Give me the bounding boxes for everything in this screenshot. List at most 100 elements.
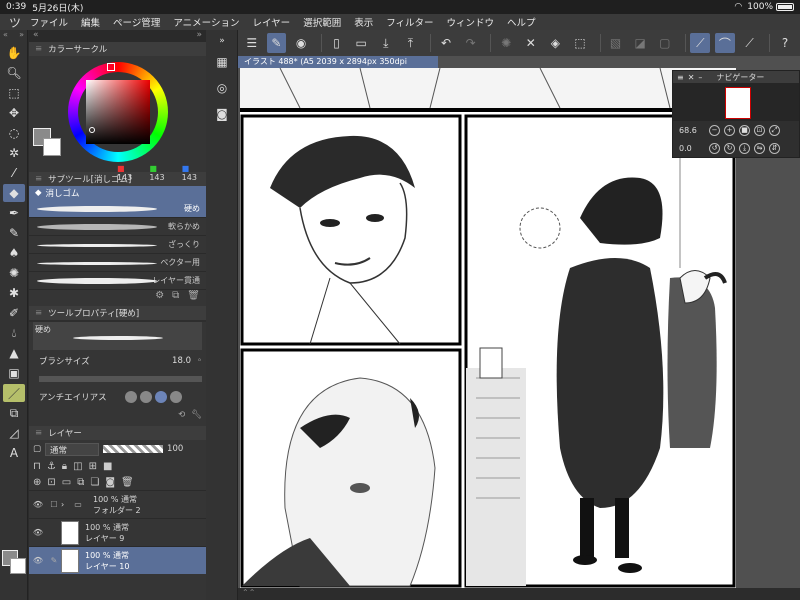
color-circle-header[interactable]: ≡ カラーサークル [29,42,206,56]
flip-horizontal-icon[interactable]: ⇋ [754,142,765,154]
brush-item-through-layer[interactable]: レイヤー貫通 [29,272,206,290]
lasso-tool-icon[interactable]: ◌ [3,124,25,142]
pencil-tool-icon[interactable]: ✎ [3,224,25,242]
brush-item-hard[interactable]: 硬め [29,200,206,218]
menu-view[interactable]: 表示 [354,15,373,29]
antialias-options[interactable] [125,391,182,403]
hide-selection-icon[interactable]: ▧ [606,33,626,53]
brush-size-value[interactable]: 18.0 [172,356,191,366]
new-folder-icon[interactable]: ▭ [62,477,71,488]
brush-tool-icon[interactable]: ♠ [3,244,25,262]
opacity-value[interactable]: 100 [167,444,183,454]
eraser-tool-icon[interactable]: ◆ [3,184,25,202]
blend-mode-select[interactable]: 通常 [45,442,100,456]
color-icon[interactable]: ■ [103,461,112,472]
menu-animation[interactable]: アニメーション [173,15,239,29]
fit-icon[interactable]: ⊡ [754,124,765,136]
expand-up-icon[interactable]: ⌃⌃ [242,588,255,597]
aa-weak-option[interactable] [140,391,152,403]
duplicate-icon[interactable]: ⧉ [172,290,179,304]
canvas-tab[interactable]: イラスト 488* (A5 2039 x 2894px 350dpi 68.6%… [238,56,438,78]
rotate-right-icon[interactable]: ↻ [724,142,735,154]
menu-edit[interactable]: 編集 [81,15,100,29]
collapse-icon[interactable]: « [3,30,8,42]
aa-strong-option[interactable] [170,391,182,403]
lock-icon[interactable]: 🔒︎ [62,461,67,472]
transform-icon[interactable]: ⬚ [570,33,590,53]
layer-row-9[interactable]: 👁︎ 100 % 通常 レイヤー 9 [29,518,206,546]
visibility-eye-icon[interactable]: 👁︎ [29,556,47,565]
camera-icon[interactable]: ◙ [211,104,233,124]
sub-color-swatch[interactable] [10,558,26,574]
brush-size-slider[interactable] [39,376,202,382]
hue-pointer[interactable] [107,63,115,71]
menu-file[interactable]: ファイル [30,15,68,29]
zoom-tool-icon[interactable]: 🔍︎ [3,64,25,82]
visibility-eye-icon[interactable]: 👁︎ [29,528,47,537]
layer-row-folder[interactable]: 👁︎ ☐ › ▭ 100 % 通常 フォルダー 2 [29,490,206,518]
zoom-in-icon[interactable]: + [724,124,735,136]
toolprop-header[interactable]: ≡ ツールプロパティ[硬め] [29,306,206,320]
expand-panel-icon[interactable]: » [196,30,202,42]
menu-selection[interactable]: 選択範囲 [303,15,341,29]
mask-icon[interactable]: ◫ [73,461,82,472]
close-icon[interactable]: ✕ [688,73,695,82]
aa-none-option[interactable] [125,391,137,403]
navigator-preview[interactable] [673,83,799,121]
trash-icon[interactable]: 🗑︎ [187,290,200,304]
snap-ruler-icon[interactable]: ⟋ [690,33,711,53]
settings-icon[interactable]: ⚙ [155,290,164,304]
actual-size-icon[interactable]: ■ [739,124,750,136]
edit-mode-icon[interactable]: ✎ [266,33,287,53]
brush-item-rough[interactable]: ざっくり [29,236,206,254]
layer-lock-icon[interactable]: ▢ [33,444,41,454]
redo-icon[interactable]: ↷ [461,33,481,53]
menu-hamburger-icon[interactable]: ☰ [242,33,262,53]
aa-medium-option[interactable] [155,391,167,403]
zoom-out-icon[interactable]: − [709,124,720,136]
frame-tool-icon[interactable]: ⧉ [3,404,25,422]
saturation-value-square[interactable] [86,80,150,144]
circle-sub-swatch[interactable] [43,138,61,156]
save-icon[interactable]: ⤓ [376,33,396,53]
new-vector-icon[interactable]: ⊡ [47,477,55,488]
decoration-tool-icon[interactable]: ✱ [3,284,25,302]
move-tool-icon[interactable]: ✥ [3,104,25,122]
folder-expand-icon[interactable]: › [61,500,69,509]
menu-layer[interactable]: レイヤー [252,15,290,29]
export-icon[interactable]: ⤒ [401,33,421,53]
manga-page[interactable] [240,68,736,588]
layer-trash-icon[interactable]: 🗑︎ [121,477,134,488]
menu-filter[interactable]: フィルター [386,15,433,29]
brush-size-stepper-icon[interactable]: ◦ [197,356,202,366]
help-icon[interactable]: ? [775,33,795,53]
open-folder-icon[interactable]: ▭ [351,33,371,53]
crop-icon[interactable]: ◪ [630,33,650,53]
clear-icon[interactable]: ✕ [521,33,541,53]
expand-icon[interactable]: » [211,36,233,46]
blend-tool-icon[interactable]: ✐ [3,304,25,322]
material-icon[interactable]: ▦ [211,52,233,72]
shortcut-icon[interactable]: ◉ [291,33,311,53]
navigator-toggle-icon[interactable]: ◎ [211,78,233,98]
edit-target-check[interactable]: ☐ [47,500,61,509]
ruler-link-icon[interactable]: ⊞ [89,461,97,472]
fill-icon[interactable]: ◈ [546,33,566,53]
cake-tool-icon[interactable]: ▲ [3,344,25,362]
snap-special-icon[interactable]: ⌒ [715,33,735,53]
eyedropper-icon[interactable]: ⁄ [3,164,25,182]
app-logo-icon[interactable]: ツ [0,14,30,31]
brush-item-vector[interactable]: ベクター用 [29,254,206,272]
operation-tool-icon[interactable]: ⬚ [3,84,25,102]
zoom-value[interactable]: 68.6 [679,126,705,135]
rotation-value[interactable]: 0.0 [679,144,705,153]
flip-vertical-icon[interactable]: ⇵ [769,142,780,154]
menu-page[interactable]: ページ管理 [113,15,160,29]
minimize-icon[interactable]: – [698,73,702,82]
menu-window[interactable]: ウィンドウ [447,15,495,29]
text-tool-icon[interactable]: A [3,444,25,462]
color-swatches[interactable] [2,550,26,582]
fill-tool-icon[interactable]: 💧︎ [3,324,25,342]
copy-icon[interactable]: ❏ [90,477,99,488]
mask-add-icon[interactable]: ◙ [105,477,115,488]
